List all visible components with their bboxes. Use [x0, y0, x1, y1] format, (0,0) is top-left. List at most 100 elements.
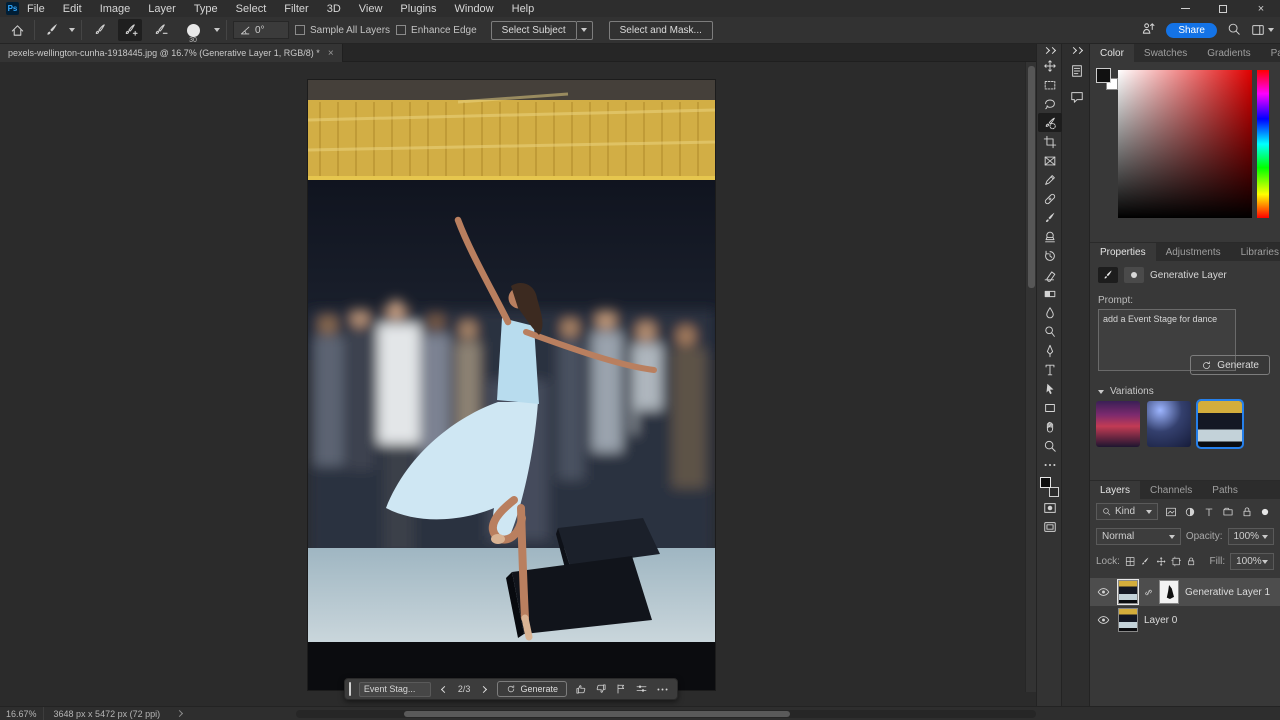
lock-all-icon[interactable]	[1186, 556, 1196, 567]
dodge-tool[interactable]	[1038, 322, 1062, 341]
path-selection-tool[interactable]	[1038, 379, 1062, 398]
version-history-icon[interactable]	[1066, 60, 1088, 82]
restore-button[interactable]	[1204, 0, 1242, 17]
lock-position-icon[interactable]	[1156, 556, 1166, 567]
search-icon[interactable]	[1227, 22, 1241, 39]
variation-thumbnail-2[interactable]	[1147, 401, 1191, 447]
hand-tool[interactable]	[1038, 417, 1062, 436]
hue-slider[interactable]	[1257, 70, 1269, 218]
tool-preset-icon[interactable]	[41, 19, 63, 41]
lock-transparent-icon[interactable]	[1125, 556, 1135, 567]
lock-artboard-icon[interactable]	[1171, 556, 1181, 567]
menu-file[interactable]: File	[27, 3, 45, 15]
properties-toggle-icon[interactable]	[635, 683, 648, 695]
thumbs-down-icon[interactable]	[595, 683, 607, 695]
close-button[interactable]: ×	[1242, 0, 1280, 17]
background-color-chip[interactable]	[1049, 487, 1059, 497]
tab-layers[interactable]: Layers	[1090, 481, 1140, 499]
menu-plugins[interactable]: Plugins	[400, 3, 436, 15]
subtract-from-selection-mode-button[interactable]	[148, 19, 172, 41]
rectangle-tool[interactable]	[1038, 398, 1062, 417]
select-subject-dropdown[interactable]	[577, 21, 593, 40]
screen-mode-button[interactable]	[1038, 517, 1062, 536]
move-tool[interactable]	[1038, 56, 1062, 75]
zoom-level[interactable]: 16.67%	[0, 707, 44, 720]
generate-button[interactable]: Generate	[1190, 355, 1270, 375]
opacity-select[interactable]: 100%	[1228, 528, 1275, 545]
crop-tool[interactable]	[1038, 132, 1062, 151]
eraser-tool[interactable]	[1038, 265, 1062, 284]
menu-image[interactable]: Image	[100, 3, 131, 15]
menu-layer[interactable]: Layer	[148, 3, 176, 15]
previous-variation-button[interactable]	[439, 687, 450, 692]
tab-patterns[interactable]: Patterns	[1261, 44, 1280, 62]
tab-adjustments[interactable]: Adjustments	[1156, 243, 1231, 261]
blur-tool[interactable]	[1038, 303, 1062, 322]
type-tool[interactable]	[1038, 360, 1062, 379]
status-chevron-icon[interactable]	[170, 711, 188, 716]
brush-angle-field[interactable]: 0°	[233, 21, 289, 39]
menu-help[interactable]: Help	[512, 3, 535, 15]
tool-preset-chevron-icon[interactable]	[69, 28, 75, 32]
layer-row-background[interactable]: Layer 0	[1090, 606, 1280, 634]
foreground-color-chip[interactable]	[1040, 477, 1051, 488]
variation-thumbnail-3-selected[interactable]	[1198, 401, 1242, 447]
menu-type[interactable]: Type	[194, 3, 218, 15]
layer-mask-thumbnail[interactable]	[1159, 580, 1179, 604]
document-tab[interactable]: pexels-wellington-cunha-1918445.jpg @ 16…	[0, 44, 343, 62]
color-swatch-pair[interactable]	[1096, 68, 1118, 90]
minimize-button[interactable]	[1166, 0, 1204, 17]
lock-paint-icon[interactable]	[1140, 556, 1150, 567]
select-subject-button[interactable]: Select Subject	[491, 21, 577, 40]
tab-properties[interactable]: Properties	[1090, 243, 1156, 261]
contextual-taskbar[interactable]: 2/3 Generate	[344, 678, 678, 700]
taskbar-generate-button[interactable]: Generate	[497, 681, 567, 697]
blend-mode-select[interactable]: Normal	[1096, 528, 1181, 545]
horizontal-scrollbar[interactable]	[296, 710, 1036, 718]
saturation-brightness-picker[interactable]	[1118, 70, 1252, 218]
workspace-switcher[interactable]	[1251, 23, 1274, 37]
select-and-mask-button[interactable]: Select and Mask...	[609, 21, 713, 40]
canvas-image[interactable]	[308, 80, 715, 690]
layer-thumbnail[interactable]	[1118, 580, 1138, 604]
menu-view[interactable]: View	[359, 3, 383, 15]
more-options-icon[interactable]	[656, 687, 669, 692]
tab-color[interactable]: Color	[1090, 44, 1134, 62]
horizontal-scrollbar-thumb[interactable]	[404, 711, 790, 717]
tab-libraries[interactable]: Libraries	[1231, 243, 1280, 261]
layer-row-generative[interactable]: Generative Layer 1	[1090, 578, 1280, 606]
tab-channels[interactable]: Channels	[1140, 481, 1202, 499]
tab-paths[interactable]: Paths	[1202, 481, 1248, 499]
layer-thumbnail[interactable]	[1118, 608, 1138, 632]
next-variation-button[interactable]	[478, 687, 489, 692]
home-icon[interactable]	[6, 19, 28, 41]
enhance-edge-checkbox[interactable]: Enhance Edge	[396, 25, 477, 36]
variations-header[interactable]: Variations	[1098, 386, 1154, 397]
taskbar-prompt-input[interactable]	[359, 682, 431, 697]
variation-thumbnail-1[interactable]	[1096, 401, 1140, 447]
filter-smart-object-icon[interactable]	[1241, 506, 1253, 518]
filter-image-icon[interactable]	[1165, 506, 1177, 518]
quick-mask-button[interactable]	[1038, 498, 1062, 517]
share-button[interactable]: Share	[1166, 23, 1217, 38]
filter-kind-select[interactable]: Kind	[1096, 503, 1158, 520]
menu-select[interactable]: Select	[236, 3, 267, 15]
document-tab-close-icon[interactable]: ×	[328, 48, 334, 59]
pasteboard[interactable]	[0, 62, 1025, 706]
filter-toggle-icon[interactable]	[1260, 507, 1270, 517]
filter-adjustment-icon[interactable]	[1184, 506, 1196, 518]
object-selection-tool[interactable]	[1038, 113, 1062, 132]
lasso-tool[interactable]	[1038, 94, 1062, 113]
pen-tool[interactable]	[1038, 341, 1062, 360]
taskbar-drag-handle[interactable]	[349, 682, 351, 696]
tab-swatches[interactable]: Swatches	[1134, 44, 1197, 62]
tab-gradients[interactable]: Gradients	[1197, 44, 1260, 62]
flag-icon[interactable]	[615, 683, 627, 695]
edit-toolbar-icon[interactable]	[1038, 455, 1062, 474]
filter-type-icon[interactable]	[1203, 506, 1215, 518]
brush-size-preview[interactable]: 30	[178, 18, 208, 42]
vertical-scrollbar-thumb[interactable]	[1028, 66, 1035, 288]
menu-filter[interactable]: Filter	[284, 3, 308, 15]
brush-options-chevron-icon[interactable]	[214, 28, 220, 32]
new-selection-mode-button[interactable]	[88, 19, 112, 41]
